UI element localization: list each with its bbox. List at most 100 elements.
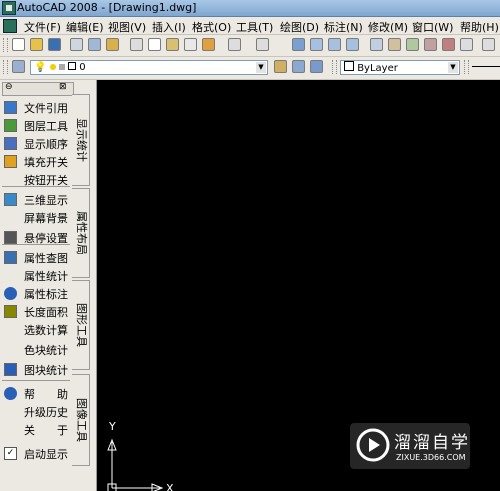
color-value: ByLayer	[357, 63, 398, 74]
plot-preview-icon[interactable]	[88, 38, 101, 51]
palette-item-label: 图块统计	[24, 364, 68, 377]
palette-item-label: 色块统计	[24, 344, 68, 357]
menu-item[interactable]: 工具(T)	[236, 19, 273, 35]
layers-toolbar: 💡 0 ▼ ByLayer ▼	[0, 57, 500, 80]
block-editor-icon[interactable]	[202, 38, 215, 51]
menu-item[interactable]: 格式(O)	[192, 19, 231, 35]
markup-icon[interactable]	[442, 38, 455, 51]
help-icon	[4, 387, 17, 400]
menu-item[interactable]: 标注(N)	[324, 19, 363, 35]
palette-item-label: 选数计算	[24, 324, 68, 337]
palette-item-label: 显示顺序	[24, 138, 68, 151]
display-order-icon	[4, 137, 17, 150]
open-icon[interactable]	[30, 38, 43, 51]
info-icon	[4, 287, 17, 300]
pan-icon[interactable]	[292, 38, 305, 51]
layer-tool-icon	[4, 119, 17, 132]
redo-icon[interactable]	[256, 38, 269, 51]
3d-display-icon	[4, 193, 17, 206]
palette-tab-label: 显示统计	[75, 118, 88, 162]
color-select[interactable]: ByLayer ▼	[340, 60, 460, 75]
undo-icon[interactable]	[228, 38, 241, 51]
ucs-icon: Y X	[107, 420, 174, 491]
cut-icon[interactable]	[130, 38, 143, 51]
tool-palettes-icon[interactable]	[406, 38, 419, 51]
watermark: 溜溜自学 ZIXUE.3D66.COM	[350, 423, 470, 469]
make-current-layer-icon[interactable]	[274, 60, 287, 73]
linetype-preview[interactable]	[472, 66, 500, 67]
palette-item-label: 属性查图	[24, 252, 68, 265]
menu-item[interactable]: 文件(F)	[24, 19, 61, 35]
menu-item[interactable]: 编辑(E)	[66, 19, 104, 35]
sheet-set-icon[interactable]	[424, 38, 437, 51]
palette-item-label: 属性统计	[24, 270, 68, 283]
properties-icon[interactable]	[370, 38, 383, 51]
autocad-logo-icon	[2, 1, 16, 15]
paste-icon[interactable]	[166, 38, 179, 51]
menu-item[interactable]: 帮助(H)	[460, 19, 499, 35]
palette-tab[interactable]: 图形工具	[72, 280, 90, 370]
layer-previous-icon[interactable]	[292, 60, 305, 73]
ucs-y-label: Y	[108, 420, 116, 433]
chevron-down-icon[interactable]: ▼	[448, 62, 458, 73]
zoom-previous-icon[interactable]	[346, 38, 359, 51]
plot-icon[interactable]	[70, 38, 83, 51]
watermark-url: ZIXUE.3D66.COM	[396, 453, 466, 462]
menu-bar: 文件(F) 编辑(E) 视图(V) 插入(I) 格式(O) 工具(T) 绘图(D) 标注(N)…	[0, 17, 500, 35]
palette-tab-label: 图形工具	[75, 303, 88, 347]
window-title: AutoCAD 2008 - [Drawing1.dwg]	[17, 1, 197, 14]
standard-toolbar	[0, 35, 500, 57]
hover-settings-icon	[4, 231, 17, 244]
palette-tab-label: 图像工具	[75, 398, 88, 442]
palette-tab[interactable]: 属性布局	[72, 188, 90, 278]
new-icon[interactable]	[12, 38, 25, 51]
menu-item[interactable]: 窗口(W)	[412, 19, 453, 35]
palette-item-label: 关 于	[24, 424, 68, 437]
length-area-icon	[4, 305, 17, 318]
checkbox-icon: ✓	[4, 447, 17, 460]
copy-icon[interactable]	[148, 38, 161, 51]
toolbar-grip[interactable]	[3, 60, 8, 74]
attribute-search-icon	[4, 251, 17, 264]
menu-item[interactable]: 插入(I)	[152, 19, 186, 35]
palette-tab[interactable]: 图像工具	[72, 374, 90, 466]
palette-item-label: 帮 助	[24, 388, 68, 401]
toolbar-grip[interactable]	[3, 38, 8, 52]
layer-select[interactable]: 💡 0 ▼	[30, 60, 268, 75]
palette-tab-label: 属性布局	[75, 211, 88, 255]
file-ref-icon	[4, 101, 17, 114]
palette-divider	[2, 380, 70, 381]
close-icon[interactable]: ⊠	[59, 82, 67, 92]
document-icon[interactable]	[3, 19, 17, 33]
zoom-window-icon[interactable]	[328, 38, 341, 51]
layer-states-icon[interactable]	[310, 60, 323, 73]
menu-item[interactable]: 绘图(D)	[280, 19, 319, 35]
ucs-x-label: X	[166, 482, 174, 491]
palette-tab[interactable]: 显示统计	[72, 94, 90, 186]
calculator-icon[interactable]	[460, 38, 473, 51]
palette-item-label: 升级历史	[24, 406, 68, 419]
palette-menu-icon[interactable]: ⊖	[5, 82, 13, 92]
play-logo-icon	[356, 428, 390, 462]
layer-manager-icon[interactable]	[12, 60, 25, 73]
design-center-icon[interactable]	[388, 38, 401, 51]
palette-item-label: 启动显示	[24, 448, 68, 461]
chevron-down-icon[interactable]: ▼	[256, 62, 266, 73]
help-icon-toolbar[interactable]	[482, 38, 495, 51]
toolbar-grip[interactable]	[332, 60, 337, 74]
fill-toggle-icon	[4, 155, 17, 168]
toolbar-grip[interactable]	[464, 60, 469, 74]
palette-item-label: 三维显示	[24, 194, 68, 207]
title-bar: AutoCAD 2008 - [Drawing1.dwg]	[0, 0, 500, 17]
menu-item[interactable]: 视图(V)	[108, 19, 146, 35]
palette-item-label: 长度面积	[24, 306, 68, 319]
palette-item-label: 填充开关	[24, 156, 68, 169]
zoom-realtime-icon[interactable]	[310, 38, 323, 51]
current-layer-name: 0	[79, 62, 86, 73]
publish-icon[interactable]	[106, 38, 119, 51]
palette-header[interactable]: ⊖ ⊠	[2, 82, 74, 96]
save-icon[interactable]	[48, 38, 61, 51]
menu-item[interactable]: 修改(M)	[368, 19, 408, 35]
match-properties-icon[interactable]	[184, 38, 197, 51]
palette-divider	[2, 186, 70, 187]
